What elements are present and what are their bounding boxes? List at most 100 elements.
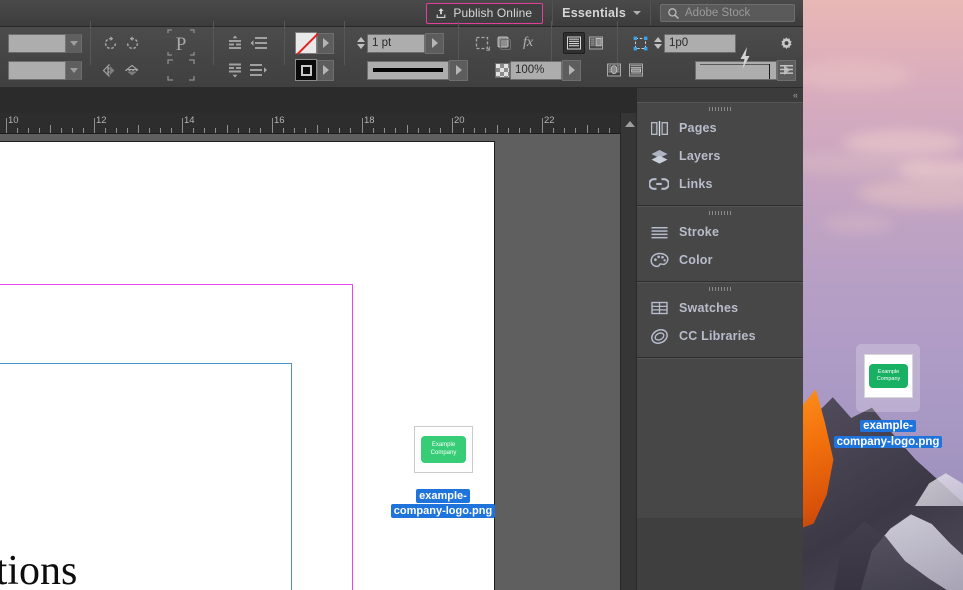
vertical-scrollbar[interactable] [620,113,636,590]
ruler-label: 18 [364,115,375,126]
preview-frame-button[interactable] [161,59,201,81]
file-label-line-1: example- [860,420,916,432]
stroke-weight-dropdown[interactable] [425,32,444,54]
scroll-up-arrow-icon[interactable] [625,121,635,127]
stroke-weight-stepper[interactable] [354,33,367,53]
stroke-swatch-button[interactable] [295,59,317,81]
stroke-style-dropdown[interactable] [449,59,468,81]
control-panel-menu-button[interactable] [779,63,794,76]
align-bottom-edges-button[interactable] [224,59,246,81]
rotate-counterclockwise-button[interactable] [121,32,143,54]
frame-fitting-icon [633,36,647,50]
dock-item-layers[interactable]: Layers [637,142,803,170]
flip-horizontal-icon [102,63,115,77]
gear-icon [781,37,792,49]
dock-item-label: CC Libraries [679,329,756,343]
dock-group-gripper[interactable] [637,283,803,294]
dock-group: Pages Layers Links [637,102,803,206]
search-icon [668,7,679,19]
preview-frame-icon [167,59,195,81]
logo-graphic: Example Company [869,364,908,388]
adobe-stock-search-field[interactable]: Adobe Stock [660,4,795,22]
distribute-right-button[interactable] [246,59,272,81]
opacity-checker-icon [495,62,510,78]
gap-value: 1p0 [669,37,689,49]
wrap-none-icon [567,36,581,50]
dock-item-stroke[interactable]: Stroke [637,218,803,246]
desktop-file-icon[interactable]: Example Company [856,344,920,414]
text-wrap-object-shape-button[interactable] [603,59,625,81]
fill-swatch-menu-button[interactable] [317,32,334,54]
object-effects-button[interactable] [493,32,515,54]
pages-icon [649,118,669,138]
dock-item-cc-libraries[interactable]: CC Libraries [637,322,803,350]
dock-item-label: Pages [679,121,717,135]
dock-group-gripper[interactable] [637,103,803,114]
document-canvas[interactable]: ations le.com Example Company example- c… [0,134,620,590]
dock-item-pages[interactable]: Pages [637,114,803,142]
chevron-down-icon [65,33,81,53]
file-icon-thumbnail: Example Company [864,354,913,398]
appbar-divider [650,1,651,25]
dock-item-label: Stroke [679,225,720,239]
stroke-swatch-menu-button[interactable] [317,59,334,81]
align-top-icon [229,35,241,49]
object-effects-icon [497,36,511,50]
distribute-right-icon [250,64,267,76]
dock-item-links[interactable]: Links [637,170,803,198]
appbar-divider [552,1,554,25]
logo-text-line-1: Example [431,442,456,448]
cc-libraries-icon [649,326,669,346]
panel-dock: « Pages Layers Links Stroke Color Swatch… [636,88,803,590]
flip-horizontal-button[interactable] [99,59,121,81]
desktop-file-label[interactable]: example- company-logo.png [820,418,956,450]
preview-p-icon: P [167,29,195,56]
fx-label: fx [522,35,534,50]
dock-group: Swatches CC Libraries [637,282,803,358]
stroke-weight-field[interactable]: 1 pt [367,33,425,53]
stroke-lines-icon [649,222,669,242]
rotate-clockwise-button[interactable] [99,32,121,54]
ruler-label: 12 [96,115,107,126]
align-top-edges-button[interactable] [224,32,246,54]
links-chain-icon [649,174,669,194]
drag-preview-thumbnail: Example Company [414,426,473,473]
workspace-switcher[interactable]: Essentials [562,6,641,20]
fill-swatch-button[interactable] [295,32,317,54]
distribute-left-button[interactable] [246,32,272,54]
gap-field[interactable]: 1p0 [664,33,736,53]
control-panel-settings-button[interactable] [779,36,794,51]
preview-mode-button[interactable]: P [161,29,201,56]
text-wrap-none-button[interactable] [563,32,585,54]
flip-vertical-icon [125,64,139,75]
secondary-dropdown[interactable] [8,60,82,80]
corner-options-button[interactable] [471,32,493,54]
gap-stepper[interactable] [651,33,664,53]
opacity-field[interactable]: 100% [510,60,562,80]
quick-apply-button[interactable] [737,45,753,71]
reference-point-dropdown[interactable] [8,33,82,53]
frame-fitting-button[interactable] [629,32,651,54]
text-wrap-bounding-box-button[interactable] [585,32,607,54]
dock-group-gripper[interactable] [637,207,803,218]
collapse-panels-icon[interactable]: « [793,90,798,100]
horizontal-ruler[interactable]: 10 12 14 16 18 20 22 [0,113,636,134]
effects-fx-button[interactable]: fx [515,32,541,54]
dock-group: Stroke Color [637,206,803,282]
stroke-style-field[interactable] [367,60,449,80]
flip-vertical-button[interactable] [121,59,143,81]
svg-text:P: P [176,34,187,55]
dock-item-color[interactable]: Color [637,246,803,274]
publish-online-button[interactable]: Publish Online [426,2,544,24]
dock-item-swatches[interactable]: Swatches [637,294,803,322]
opacity-dropdown[interactable] [562,59,581,81]
adobe-stock-placeholder: Adobe Stock [685,7,751,19]
text-wrap-jump-object-button[interactable] [625,59,647,81]
chevron-down-icon [65,60,81,80]
hamburger-menu-icon [780,65,793,74]
ruler-label: 20 [454,115,465,126]
columns-field[interactable] [695,60,777,80]
wrap-bounding-box-icon [589,36,603,50]
document-page[interactable]: ations le.com [0,141,495,590]
align-bottom-icon [229,63,241,78]
